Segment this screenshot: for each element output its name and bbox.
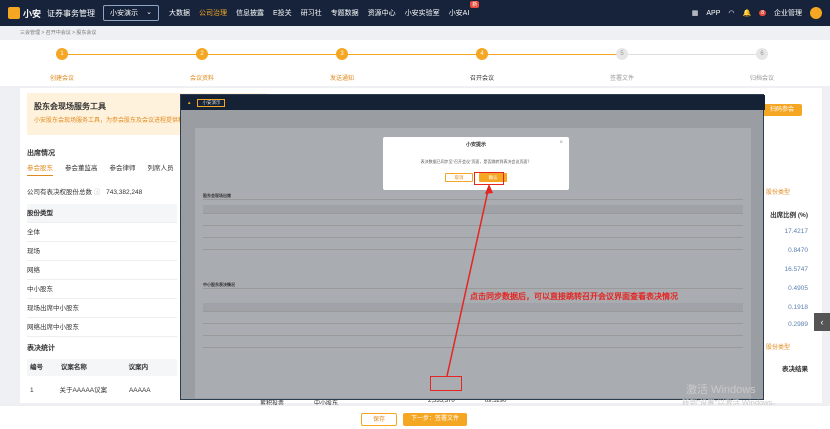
- chevron-left-icon[interactable]: ‹: [814, 313, 830, 331]
- watermark-title: 激活 Windows: [686, 384, 756, 396]
- save-button[interactable]: 保存: [361, 413, 397, 426]
- bottom-action-bar: 保存 下一步：签署文件: [0, 405, 830, 429]
- annotation-text: 点击同步数据后，可以直接跳转召开会议界面查看表决情况: [470, 292, 678, 301]
- next-step-button[interactable]: 下一步：签署文件: [403, 413, 467, 426]
- annotation-arrow: [446, 184, 493, 377]
